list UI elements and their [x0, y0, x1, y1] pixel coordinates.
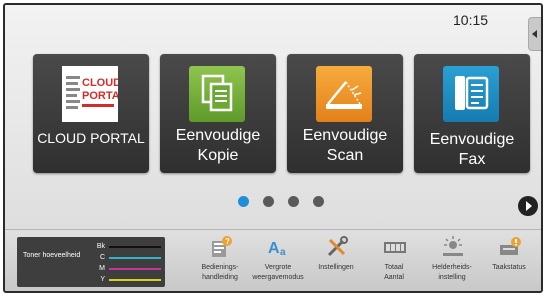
brightness-icon [441, 235, 465, 259]
touch-panel-screen: 10:15 CLOUD PORTAL [0, 0, 546, 296]
toner-title: Toner hoeveelheid [23, 252, 81, 259]
total-count-button[interactable]: Totaal Aantal [364, 233, 424, 291]
toner-level-bar [109, 268, 161, 270]
bottom-bar-label: Totaal Aantal [384, 264, 404, 281]
page-dot-2[interactable] [263, 196, 274, 207]
bottom-bar-label: Helderheids- instelling [432, 264, 472, 281]
job-status-button[interactable]: Taakstatus [479, 233, 539, 291]
clock: 10:15 [453, 12, 489, 28]
toner-label: M [99, 265, 105, 272]
svg-text:A: A [268, 240, 280, 257]
enlarged-display-icon: A a [267, 235, 291, 259]
tile-label-line-1: Eenvoudige [429, 131, 515, 148]
brightness-button[interactable]: Helderheids- instelling [422, 233, 482, 291]
tile-label-line-1: Eenvoudige [302, 127, 388, 144]
page-indicator [235, 196, 327, 208]
scan-icon [316, 66, 372, 122]
panel-frame: 10:15 CLOUD PORTAL [3, 3, 543, 293]
toner-level-bar [109, 246, 161, 248]
total-count-icon [383, 235, 407, 259]
page-dot-1[interactable] [238, 196, 249, 207]
tile-label-line-2: Fax [458, 151, 486, 168]
operation-manual-button[interactable]: ? Bedienings- handleiding [190, 233, 250, 291]
tile-label-line-2: Scan [326, 147, 364, 164]
system-bar: Toner hoeveelheid Bk C M Y ? Bedienings-… [5, 229, 541, 291]
bottom-bar-label: Taakstatus [492, 264, 526, 271]
bottom-bar-label: Instellingen [318, 264, 354, 271]
toner-level-bar [109, 279, 161, 281]
toner-label: C [99, 254, 105, 261]
fax-icon [443, 66, 499, 122]
tile-label-line-1: Eenvoudige [175, 127, 261, 144]
enlarged-display-button[interactable]: A a Vergrote weergavemodus [248, 233, 308, 291]
toner-label: Y [100, 276, 105, 283]
page-dot-4[interactable] [313, 196, 324, 207]
svg-text:PORTAL: PORTAL [82, 90, 118, 102]
tile-label-line-2: Kopie [197, 147, 239, 164]
settings-tools-icon [325, 235, 349, 259]
svg-text:?: ? [225, 237, 230, 246]
tile-easy-scan[interactable]: Eenvoudige Scan [287, 54, 403, 173]
tile-label: CLOUD PORTAL [37, 130, 145, 146]
bottom-bar-label: Vergrote weergavemodus [252, 264, 304, 281]
copy-icon [189, 66, 245, 122]
svg-text:a: a [280, 247, 286, 258]
toner-level-panel[interactable]: Toner hoeveelheid Bk C M Y [17, 237, 165, 287]
tile-cloud-portal[interactable]: CLOUD PORTAL CLOUD PORTAL [33, 54, 149, 173]
side-panel-toggle-button[interactable] [528, 17, 541, 51]
settings-button[interactable]: Instellingen [306, 233, 366, 291]
job-status-icon [498, 235, 522, 259]
toner-label: Bk [96, 243, 105, 250]
tile-easy-fax[interactable]: Eenvoudige Fax [414, 54, 530, 173]
bottom-bar-label: Bedienings- handleiding [201, 264, 239, 281]
toner-level-bar [109, 257, 161, 259]
page-dot-3[interactable] [288, 196, 299, 207]
home-screen-area: 10:15 CLOUD PORTAL [5, 5, 541, 229]
svg-text:CLOUD: CLOUD [82, 77, 118, 89]
cloud-portal-logo-icon: CLOUD PORTAL [62, 66, 127, 122]
next-page-button[interactable] [518, 196, 538, 216]
manual-icon: ? [209, 235, 233, 259]
tile-easy-copy[interactable]: Eenvoudige Kopie [160, 54, 276, 173]
